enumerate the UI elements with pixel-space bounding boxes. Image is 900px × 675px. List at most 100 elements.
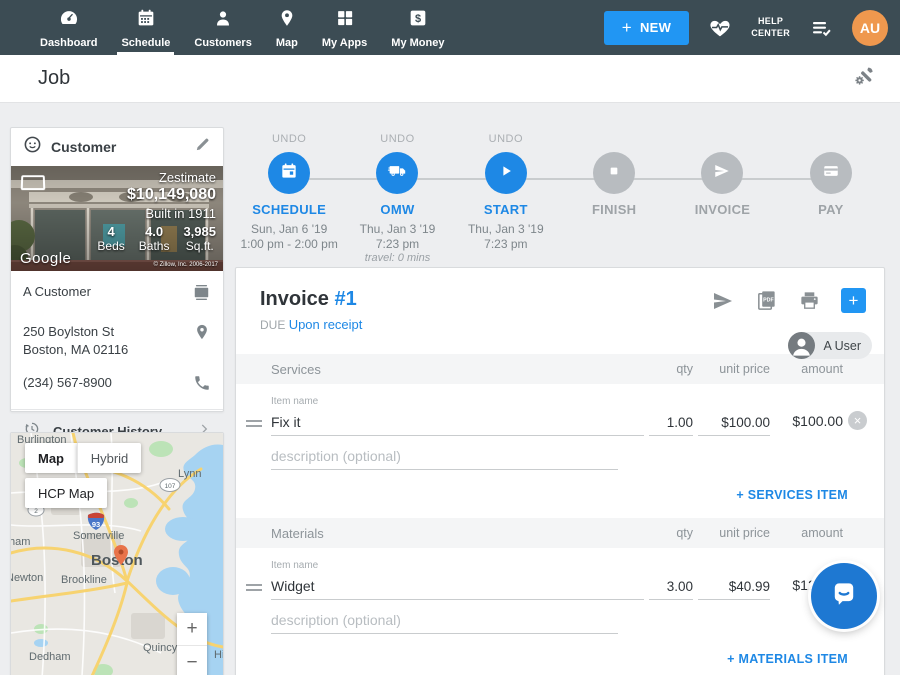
property-photo: Zestimate $10,149,080 Built in 1911 4Bed…	[11, 166, 223, 271]
nav-label: My Money	[391, 37, 444, 49]
add-service-link[interactable]: + SERVICES ITEM	[736, 488, 848, 502]
customer-phone-row: (234) 567-8900	[11, 366, 223, 405]
material-unit-price-input[interactable]	[698, 577, 770, 600]
assignee-chip[interactable]: A User	[788, 332, 872, 359]
step-finish-button[interactable]	[593, 152, 635, 194]
service-item-name-input[interactable]	[271, 412, 644, 436]
zoom-in-button[interactable]: +	[177, 613, 207, 646]
contact-card-icon[interactable]	[192, 283, 211, 307]
customer-phone: (234) 567-8900	[23, 374, 112, 392]
svg-text:93: 93	[92, 520, 100, 529]
nav-item-map[interactable]: Map	[264, 0, 310, 55]
nav-item-my-money[interactable]: $ My Money	[379, 0, 456, 55]
invoice-header: Invoice #1 DUE Upon receipt PDF + A User	[236, 268, 884, 346]
step-schedule-label: SCHEDULE	[252, 202, 326, 217]
assignee-avatar-icon	[788, 332, 815, 359]
hcp-map-button[interactable]: HCP Map	[25, 478, 107, 508]
service-amount: $100.00	[775, 413, 843, 436]
truck-icon	[387, 160, 408, 186]
step-pay-button[interactable]	[810, 152, 852, 194]
add-invoice-button[interactable]: +	[841, 288, 866, 313]
send-icon	[713, 162, 731, 185]
add-service-row: + SERVICES ITEM	[236, 470, 884, 510]
step-schedule-button[interactable]	[268, 152, 310, 194]
svg-text:107: 107	[165, 483, 176, 490]
step-start-date: Thu, Jan 3 '19	[468, 222, 544, 237]
nav-item-my-apps[interactable]: My Apps	[310, 0, 379, 55]
drag-handle-icon[interactable]	[246, 420, 262, 427]
step-omw-date: Thu, Jan 3 '19	[360, 222, 436, 237]
service-unit-price-input[interactable]	[698, 413, 770, 436]
due-value-link[interactable]: Upon receipt	[289, 317, 363, 332]
material-item-name-input[interactable]	[271, 576, 644, 600]
invoice-actions: PDF +	[711, 288, 866, 313]
step-pay: PAY	[777, 133, 885, 266]
play-icon	[497, 162, 515, 185]
step-pay-label: PAY	[818, 202, 843, 217]
material-description-input[interactable]	[271, 610, 618, 634]
svg-text:2: 2	[34, 508, 38, 515]
customer-address-row: 250 Boylston StBoston, MA 02116	[11, 315, 223, 366]
step-start-time: 7:23 pm	[484, 237, 527, 252]
location-pin-icon[interactable]	[193, 323, 211, 346]
zoom-out-button[interactable]: −	[177, 646, 207, 675]
step-omw-button[interactable]	[376, 152, 418, 194]
qty-column-header: qty	[649, 362, 693, 376]
chat-bubble-button[interactable]	[811, 563, 877, 629]
job-settings-icon[interactable]	[852, 64, 876, 93]
help-center-link[interactable]: HELP CENTER	[751, 16, 790, 39]
chat-icon	[827, 577, 861, 616]
nav-item-schedule[interactable]: Schedule	[109, 0, 182, 55]
invoice-title-text: Invoice	[260, 288, 329, 310]
step-schedule: UNDO SCHEDULE Sun, Jan 6 '19 1:00 pm - 2…	[235, 133, 343, 266]
service-description-row	[236, 446, 884, 470]
new-button[interactable]: + NEW	[604, 11, 689, 45]
page-header: Job	[0, 55, 900, 103]
invoice-number[interactable]: #1	[334, 288, 356, 310]
nav-label: My Apps	[322, 37, 367, 49]
service-description-input[interactable]	[271, 446, 618, 470]
step-schedule-date: Sun, Jan 6 '19	[251, 222, 327, 237]
step-invoice-button[interactable]	[701, 152, 743, 194]
sqft-value: 3,985	[183, 224, 216, 239]
map-label-newton: Newton	[11, 572, 43, 584]
nav-item-dashboard[interactable]: Dashboard	[28, 0, 109, 55]
service-qty-input[interactable]	[649, 413, 693, 436]
send-invoice-icon[interactable]	[711, 289, 735, 313]
undo-start-link[interactable]: UNDO	[489, 133, 523, 146]
checklist-icon[interactable]	[808, 16, 834, 40]
remove-service-icon[interactable]: ×	[848, 411, 867, 430]
materials-section-label: Materials	[271, 526, 644, 541]
help-center-line2: CENTER	[751, 28, 790, 39]
top-navbar: Dashboard Schedule Customers Map My Apps…	[0, 0, 900, 55]
undo-omw-link[interactable]: UNDO	[380, 133, 414, 146]
built-year: Built in 1911	[97, 206, 216, 221]
nav-item-customers[interactable]: Customers	[182, 0, 263, 55]
zestimate-label: Zestimate	[97, 170, 216, 185]
customer-card: Customer Zestimate	[10, 127, 224, 412]
google-logo: Google	[20, 250, 71, 267]
pdf-icon[interactable]: PDF	[755, 289, 778, 312]
map-type-button[interactable]: Map	[25, 443, 77, 473]
edit-pencil-icon[interactable]	[194, 136, 211, 158]
customer-card-title: Customer	[51, 139, 116, 155]
undo-schedule-link[interactable]: UNDO	[272, 133, 306, 146]
material-qty-input[interactable]	[649, 577, 693, 600]
amount-column-header: amount	[775, 526, 843, 540]
step-start-button[interactable]	[485, 152, 527, 194]
user-avatar[interactable]: AU	[852, 10, 888, 46]
hybrid-type-button[interactable]: Hybrid	[77, 443, 141, 473]
customer-card-header: Customer	[11, 128, 223, 166]
service-line-item: Item name $100.00 ×	[236, 396, 884, 436]
health-heart-icon[interactable]	[707, 16, 733, 40]
help-center-line1: HELP	[751, 16, 790, 27]
add-material-link[interactable]: + MATERIALS ITEM	[727, 652, 848, 666]
step-finish-label: FINISH	[592, 202, 636, 217]
add-material-row: + MATERIALS ITEM	[236, 634, 884, 674]
street-view-icon[interactable]	[21, 175, 46, 190]
drag-handle-icon[interactable]	[246, 584, 262, 591]
phone-icon[interactable]	[193, 374, 211, 397]
print-icon[interactable]	[798, 289, 821, 312]
beds-label: Beds	[97, 239, 124, 253]
zestimate-value: $10,149,080	[97, 186, 216, 204]
